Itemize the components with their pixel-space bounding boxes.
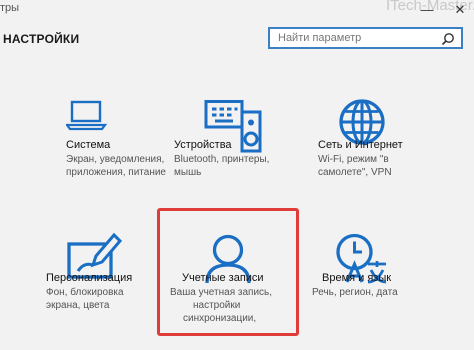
tile-accounts-desc-3: синхронизации,	[183, 313, 257, 324]
tile-network[interactable]: Сеть и Интернет Wi-Fi, режим "в самолете…	[318, 95, 458, 215]
tile-accounts[interactable]: Учетные записи Ваша учетная запись, наст…	[168, 228, 308, 348]
search-input[interactable]	[278, 31, 438, 45]
tile-devices[interactable]: Устройства Bluetooth, принтеры, мышь	[170, 95, 310, 215]
tile-system-name: Система	[66, 139, 111, 151]
tile-time-language[interactable]: Время и язык Речь, регион, дата	[312, 228, 452, 348]
tile-personalization-name: Персонализация	[46, 272, 133, 284]
tile-network-desc-1: Wi-Fi, режим "в	[318, 154, 389, 165]
page-title: НАСТРОЙКИ	[3, 32, 80, 46]
window-title: тры	[0, 2, 20, 14]
tile-network-name: Сеть и Интернет	[318, 139, 403, 151]
tile-time-language-name: Время и язык	[322, 272, 392, 284]
minimize-button[interactable]: —	[419, 2, 435, 18]
tile-accounts-name: Учетные записи	[182, 272, 264, 284]
search-box[interactable]	[268, 27, 463, 49]
title-bar: тры ITech-Master.ru — ✕	[0, 0, 474, 22]
tile-devices-name: Устройства	[174, 139, 232, 151]
tile-personalization-desc-2: экрана, цвета	[46, 300, 110, 311]
search-icon[interactable]	[441, 32, 455, 46]
tile-personalization-desc-1: Фон, блокировка	[46, 287, 124, 298]
tile-devices-desc-1: Bluetooth, принтеры,	[174, 154, 270, 165]
close-button[interactable]: ✕	[452, 2, 468, 18]
tile-accounts-desc-2: настройки	[193, 300, 241, 311]
tile-network-desc-2: самолете", VPN	[318, 167, 392, 178]
tile-system-desc-2: приложения, питание	[66, 167, 166, 178]
tile-system-desc-1: Экран, уведомления,	[66, 154, 165, 165]
tile-accounts-desc-1: Ваша учетная запись,	[170, 287, 273, 298]
tile-time-language-desc-1: Речь, регион, дата	[312, 287, 398, 298]
tile-devices-desc-2: мышь	[174, 167, 202, 178]
